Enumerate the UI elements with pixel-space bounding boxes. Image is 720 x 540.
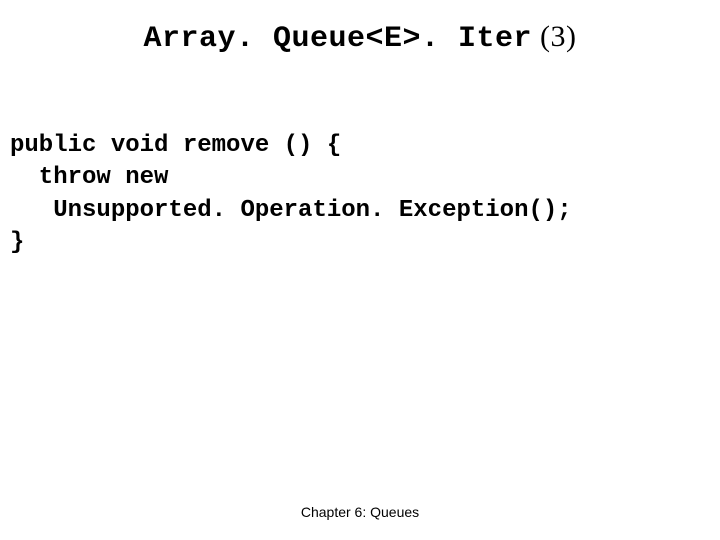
slide-footer: Chapter 6: Queues: [0, 504, 720, 520]
slide-title: Array. Queue<E>. Iter (3): [0, 20, 720, 56]
title-code-part: Array. Queue<E>. Iter: [143, 22, 532, 56]
code-block: public void remove () { throw new Unsupp…: [10, 130, 572, 260]
title-number-part: (3): [532, 20, 576, 53]
code-line-4: }: [10, 229, 24, 256]
code-line-1: public void remove () {: [10, 132, 341, 159]
code-line-2: throw new: [10, 164, 168, 191]
code-line-3: Unsupported. Operation. Exception();: [10, 197, 572, 224]
slide: Array. Queue<E>. Iter (3) public void re…: [0, 0, 720, 540]
